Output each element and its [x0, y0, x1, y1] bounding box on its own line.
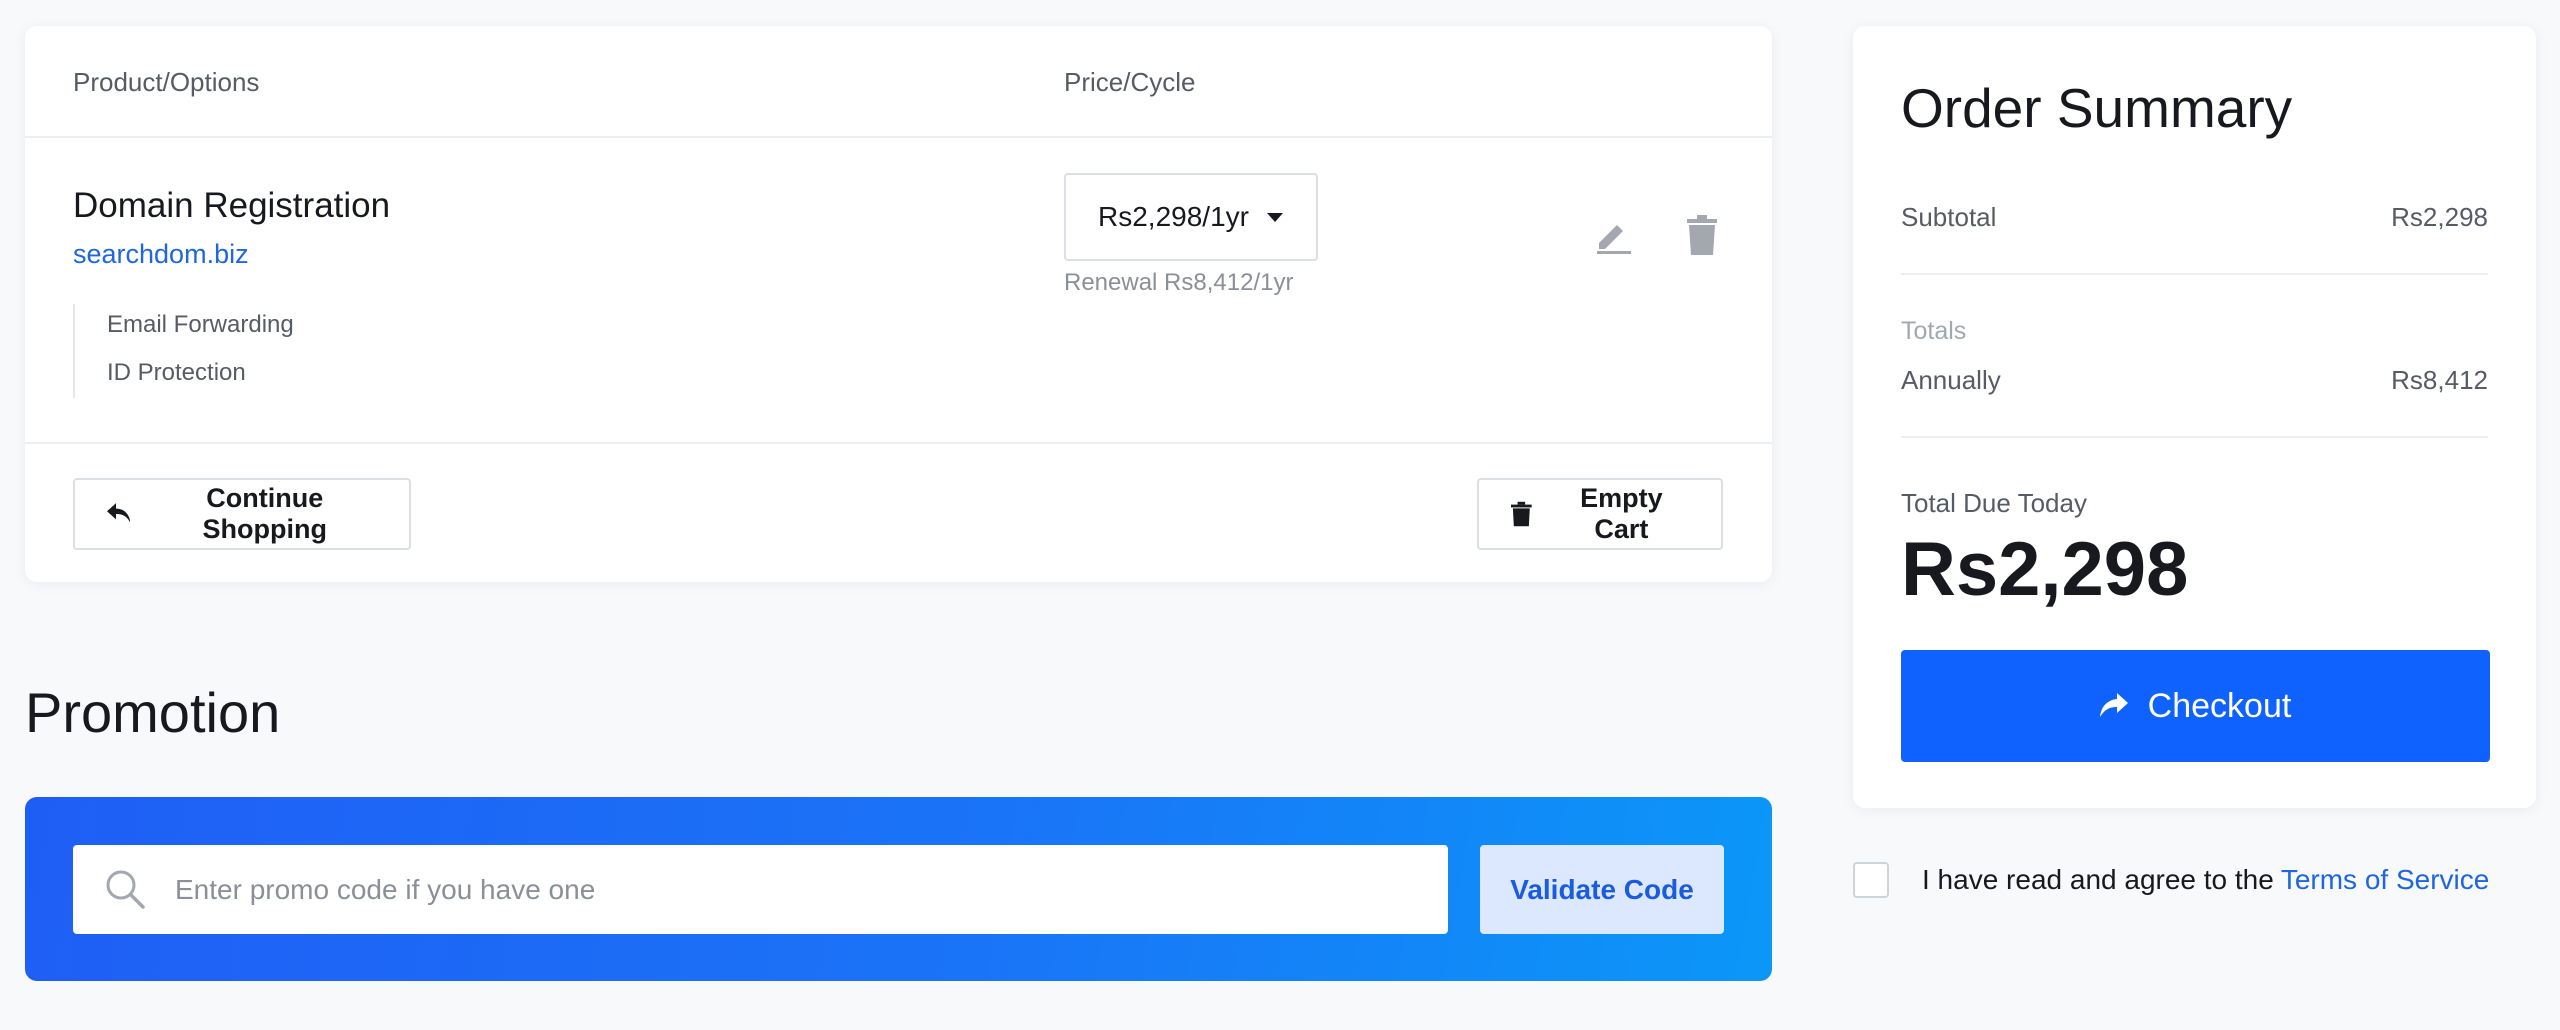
continue-shopping-label: Continue Shopping: [202, 483, 327, 544]
terms-checkbox[interactable]: [1853, 862, 1889, 898]
continue-shopping-button[interactable]: Continue Shopping: [73, 478, 411, 550]
subtotal-label: Subtotal: [1901, 202, 1997, 232]
addon-list: Email Forwarding ID Protection: [73, 304, 294, 398]
promo-input-wrapper: [73, 845, 1448, 934]
divider: [1901, 436, 2488, 438]
subtotal-row: Subtotal Rs2,298: [1901, 202, 2488, 233]
trash-icon: [1687, 215, 1717, 255]
total-due-amount: Rs2,298: [1901, 527, 2189, 612]
promotion-title: Promotion: [25, 681, 281, 744]
price-column-header: Price/Cycle: [1064, 67, 1196, 97]
terms-text: I have read and agree to the: [1922, 864, 2274, 895]
trash-icon: [1511, 501, 1532, 527]
pencil-icon: [1597, 225, 1631, 254]
remove-item-button[interactable]: [1677, 210, 1727, 260]
domain-link[interactable]: searchdom.biz: [73, 239, 249, 270]
checkout-button[interactable]: Checkout: [1901, 650, 2490, 762]
billing-cycle-value: Rs2,298/1yr: [1098, 201, 1249, 232]
product-column-header: Product/Options: [73, 67, 260, 97]
cart-header: Product/Options Price/Cycle: [25, 26, 1772, 138]
annually-label: Annually: [1901, 365, 2001, 395]
subtotal-value: Rs2,298: [2391, 202, 2488, 232]
empty-cart-label: Empty Cart: [1580, 483, 1663, 544]
totals-label: Totals: [1901, 317, 1967, 345]
billing-cycle-select[interactable]: Rs2,298/1yr: [1064, 173, 1318, 261]
total-due-label: Total Due Today: [1901, 488, 2087, 518]
edit-item-button[interactable]: [1588, 210, 1638, 260]
reply-arrow-icon: [107, 503, 131, 524]
terms-agreement: I have read and agree to the Terms of Se…: [1853, 862, 2489, 898]
validate-code-button[interactable]: Validate Code: [1480, 845, 1724, 934]
divider: [1901, 273, 2488, 275]
checkout-label: Checkout: [2147, 686, 2292, 725]
renewal-price: Renewal Rs8,412/1yr: [1064, 269, 1294, 296]
terms-of-service-link[interactable]: Terms of Service: [2281, 864, 2490, 896]
order-summary-card: Order Summary Subtotal Rs2,298 Totals An…: [1853, 26, 2536, 808]
addon-id-protection: ID Protection: [107, 359, 246, 386]
share-arrow-icon: [2099, 693, 2128, 717]
order-summary-title: Order Summary: [1901, 77, 2293, 139]
cart-footer: Continue Shopping Empty Cart: [25, 444, 1772, 580]
cart-item-row: Domain Registration searchdom.biz Email …: [25, 138, 1772, 444]
empty-cart-button[interactable]: Empty Cart: [1477, 478, 1723, 550]
annually-value: Rs8,412: [2391, 365, 2488, 395]
promo-code-input[interactable]: [73, 845, 1448, 934]
promo-banner: Validate Code: [25, 797, 1772, 981]
cart-card: Product/Options Price/Cycle Domain Regis…: [25, 26, 1772, 582]
annually-row: Annually Rs8,412: [1901, 365, 2488, 396]
caret-down-icon: [1266, 212, 1283, 222]
search-icon: [106, 870, 145, 909]
addon-email-forwarding: Email Forwarding: [107, 311, 294, 338]
product-name: Domain Registration: [73, 186, 391, 225]
